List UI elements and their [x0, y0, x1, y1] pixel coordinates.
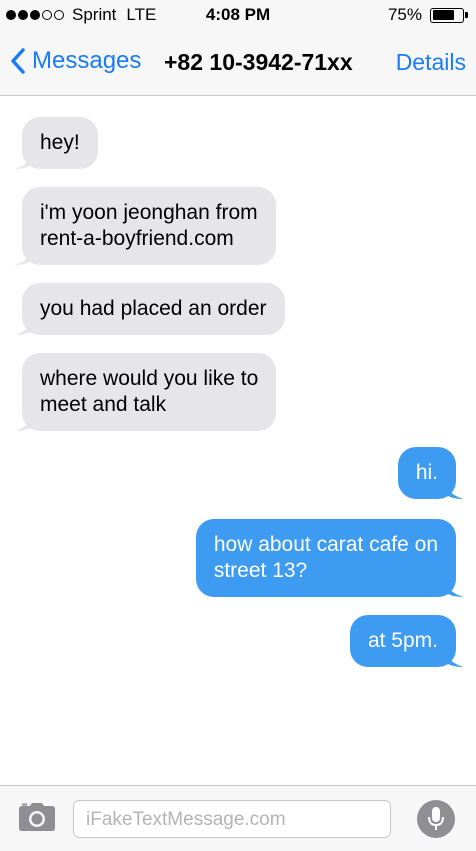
microphone-button[interactable] [417, 800, 455, 838]
bubble-tail [14, 411, 34, 431]
incoming-message-bubble: i'm yoon jeonghan from rent-a-boyfriend.… [14, 187, 276, 265]
message-text: where would you like to meet and talk [40, 367, 259, 416]
message-text: hey! [40, 131, 80, 154]
back-button[interactable]: Messages [10, 47, 141, 75]
navigation-bar: Messages +82 10-3942-71xx Details [0, 30, 476, 96]
battery-percent: 75% [387, 5, 422, 24]
battery-tip [465, 12, 468, 18]
bubble-tail [444, 647, 464, 667]
outgoing-message-bubble: how about carat cafe on street 13? [195, 519, 464, 597]
chevron-left-icon [11, 48, 25, 74]
message-text: hi. [415, 461, 438, 484]
message-text: at 5pm. [367, 629, 438, 652]
incoming-message-bubble: where would you like to meet and talk [14, 353, 277, 431]
outgoing-message-bubble: at 5pm. [349, 615, 464, 667]
back-label: Messages [32, 47, 142, 74]
bubble-tail [444, 577, 464, 597]
conversation-title: +82 10-3942-71xx [164, 49, 353, 75]
microphone-icon [428, 807, 444, 830]
bubble-tail [14, 149, 34, 169]
message-text: i'm yoon jeonghan from rent-a-boyfriend.… [40, 201, 258, 250]
camera-icon [19, 803, 55, 831]
message-text: you had placed an order [40, 297, 267, 320]
message-input-bar: iFakeTextMessage.com [0, 785, 476, 851]
message-text: how about carat cafe on street 13? [213, 533, 438, 582]
incoming-message-bubble: hey! [14, 117, 98, 169]
bubble-tail [14, 315, 34, 335]
battery-level-fill [432, 10, 454, 20]
battery-indicator: 75% [388, 5, 468, 25]
incoming-message-bubble: you had placed an order [14, 283, 285, 335]
details-button[interactable]: Details [396, 49, 466, 76]
outgoing-message-bubble: hi. [397, 447, 464, 499]
camera-button[interactable] [18, 802, 56, 837]
message-input[interactable]: iFakeTextMessage.com [73, 800, 391, 838]
message-thread[interactable]: hey! i'm yoon jeonghan from rent-a-boyfr… [0, 97, 476, 785]
bubble-tail [444, 479, 464, 499]
battery-icon [430, 7, 464, 23]
bubble-tail [14, 245, 34, 265]
status-bar: Sprint LTE 4:08 PM 75% [0, 0, 476, 30]
